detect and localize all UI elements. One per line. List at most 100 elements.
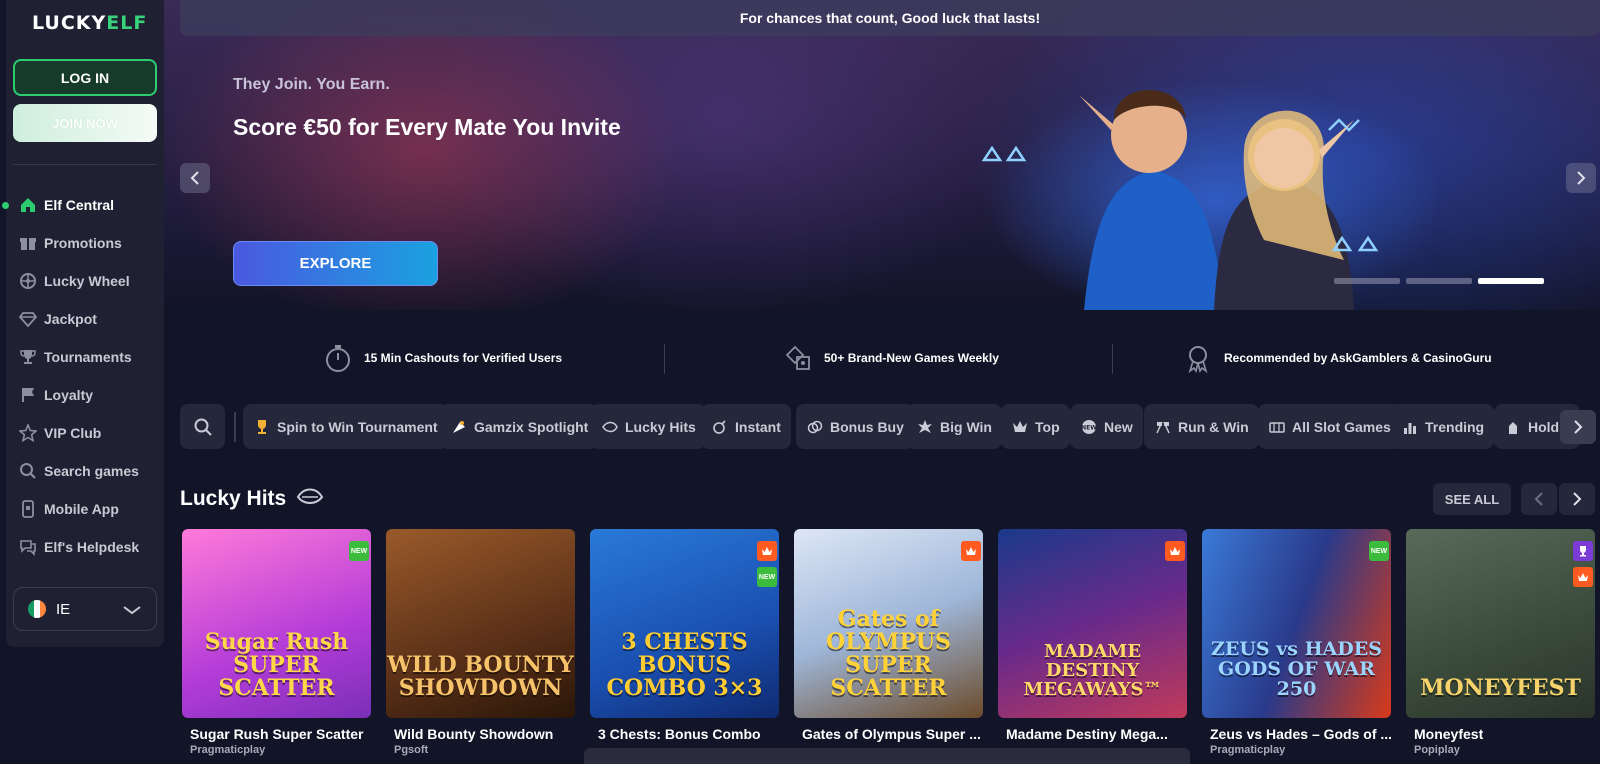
see-all-button[interactable]: SEE ALL: [1433, 483, 1511, 515]
game-search-button[interactable]: [180, 404, 225, 449]
category-instant[interactable]: Instant: [701, 404, 791, 449]
horizontal-scrollbar[interactable]: [584, 748, 1190, 764]
game-name: Sugar Rush Super Scatter: [190, 726, 364, 742]
banner-dot[interactable]: [1334, 278, 1400, 284]
feature-cashouts: 15 Min Cashouts for Verified Users: [322, 336, 562, 380]
sidebar-nav: Elf Central Promotions Lucky Wheel Jackp…: [2, 186, 164, 566]
sidebar-item-label: Mobile App: [44, 501, 119, 517]
sidebar-item-mobile-app[interactable]: Mobile App: [6, 490, 164, 528]
sidebar-item-helpdesk[interactable]: Elf's Helpdesk: [6, 528, 164, 566]
sidebar-item-label: Jackpot: [44, 311, 97, 327]
banner-prev-button[interactable]: [180, 163, 210, 193]
game-art-title: ZEUS vs HADES GODS OF WAR 250: [1211, 638, 1382, 701]
games-next-button[interactable]: [1559, 483, 1595, 515]
game-art-title: Sugar Rush SUPER SCATTER: [204, 628, 349, 701]
category-gamzix-spotlight[interactable]: Gamzix Spotlight: [440, 404, 599, 449]
category-trending[interactable]: Trending: [1391, 404, 1495, 449]
game-card[interactable]: Gates of OLYMPUS SUPER SCATTER Gates of Ol…: [794, 529, 983, 744]
category-big-win[interactable]: Big Win: [906, 404, 1002, 449]
trophy-icon: [253, 418, 271, 436]
language-selector[interactable]: IE: [13, 587, 157, 631]
category-divider: [234, 412, 236, 442]
sidebar-item-elf-central[interactable]: Elf Central: [2, 186, 164, 224]
game-thumbnail[interactable]: Gates of OLYMPUS SUPER SCATTER: [794, 529, 983, 718]
spotlight-icon: [450, 418, 468, 436]
game-card[interactable]: MONEYFEST Moneyfest Popiplay: [1406, 529, 1595, 756]
bomb-icon: [711, 418, 729, 436]
games-prev-button[interactable]: [1521, 483, 1557, 515]
chevron-down-icon: [122, 600, 142, 624]
logo[interactable]: LUCKYELF: [32, 12, 147, 34]
promo-strip: For chances that count, Good luck that l…: [180, 0, 1600, 36]
chevron-right-icon: [1574, 420, 1583, 434]
burst-icon: [916, 418, 934, 436]
game-art-title: Gates of OLYMPUS SUPER SCATTER: [826, 605, 951, 701]
category-label: New: [1104, 418, 1133, 435]
sidebar-divider: [13, 164, 157, 165]
new-badge: NEW: [757, 567, 777, 587]
banner-pagination: [1334, 278, 1544, 284]
feature-label: 15 Min Cashouts for Verified Users: [364, 351, 563, 365]
banner-next-button[interactable]: [1566, 163, 1596, 193]
game-thumbnail[interactable]: ZEUS vs HADES GODS OF WAR 250 NEW: [1202, 529, 1391, 718]
explore-button[interactable]: EXPLORE: [233, 241, 438, 286]
star-icon: [18, 423, 38, 443]
login-button[interactable]: LOG IN: [13, 59, 157, 96]
feature-divider: [664, 344, 665, 374]
game-art-title: MONEYFEST: [1420, 674, 1581, 701]
game-card[interactable]: WILD BOUNTY SHOWDOWN Wild Bounty Showdown…: [386, 529, 575, 756]
banner-dot-active[interactable]: [1478, 278, 1544, 284]
category-next-button[interactable]: [1560, 410, 1596, 444]
banner-title: Score €50 for Every Mate You Invite: [233, 114, 621, 140]
category-lucky-hits[interactable]: Lucky Hits: [591, 404, 706, 449]
sidebar-item-lucky-wheel[interactable]: Lucky Wheel: [6, 262, 164, 300]
category-spin-to-win[interactable]: Spin to Win Tournament: [243, 404, 448, 449]
sidebar-item-label: Lucky Wheel: [44, 273, 130, 289]
game-thumbnail[interactable]: 3 CHESTS BONUS COMBO 3×3 NEW: [590, 529, 779, 718]
sidebar-item-tournaments[interactable]: Tournaments: [6, 338, 164, 376]
game-thumbnail[interactable]: Sugar Rush SUPER SCATTER NEW: [182, 529, 371, 718]
sidebar-item-jackpot[interactable]: Jackpot: [6, 300, 164, 338]
game-card[interactable]: MADAME DESTINY MEGAWAYS™ Madame Destiny M…: [998, 529, 1187, 744]
search-icon: [18, 461, 38, 481]
category-bonus-buy[interactable]: Bonus Buy: [796, 404, 914, 449]
new-badge: NEW: [349, 541, 369, 561]
hot-badge: [1165, 541, 1185, 561]
sidebar-item-loyalty[interactable]: Loyalty: [6, 376, 164, 414]
banner-dot[interactable]: [1406, 278, 1472, 284]
game-name: 3 Chests: Bonus Combo: [598, 726, 761, 742]
features-strip: 15 Min Cashouts for Verified Users 50+ B…: [164, 336, 1600, 380]
category-top[interactable]: Top: [1001, 404, 1070, 449]
category-label: Top: [1035, 418, 1060, 435]
mobile-icon: [18, 499, 38, 519]
category-new[interactable]: NEW New: [1070, 404, 1143, 449]
sidebar-item-search-games[interactable]: Search games: [6, 452, 164, 490]
sidebar-item-label: Loyalty: [44, 387, 94, 403]
language-code: IE: [56, 600, 71, 618]
dice-icon: [782, 342, 814, 374]
trophy-icon: [18, 347, 38, 367]
game-card[interactable]: 3 CHESTS BONUS COMBO 3×3 NEW 3 Chests: Bo…: [590, 529, 779, 744]
logo-lucky: LUCKY: [32, 12, 107, 34]
game-card[interactable]: Sugar Rush SUPER SCATTER NEW Sugar Rush S…: [182, 529, 371, 756]
feature-label: Recommended by AskGamblers & CasinoGuru: [1224, 351, 1492, 365]
game-thumbnail[interactable]: WILD BOUNTY SHOWDOWN: [386, 529, 575, 718]
section-title-text: Lucky Hits: [180, 487, 287, 510]
game-card[interactable]: ZEUS vs HADES GODS OF WAR 250 NEW Zeus vs …: [1202, 529, 1391, 756]
hot-badge: [757, 541, 777, 561]
game-thumbnail[interactable]: MONEYFEST: [1406, 529, 1595, 718]
search-icon: [194, 418, 212, 436]
category-label: Trending: [1425, 418, 1485, 435]
tournament-badge: [1573, 541, 1593, 561]
category-label: All Slot Games: [1292, 418, 1391, 435]
sidebar-item-vip-club[interactable]: VIP Club: [6, 414, 164, 452]
category-run-and-win[interactable]: Run & Win: [1144, 404, 1259, 449]
bars-icon: [1401, 418, 1419, 436]
active-indicator: [2, 202, 9, 209]
game-thumbnail[interactable]: MADAME DESTINY MEGAWAYS™: [998, 529, 1187, 718]
game-provider: Pragmaticplay: [1210, 744, 1286, 756]
category-label: Instant: [735, 418, 781, 435]
join-now-button[interactable]: JOIN NOW: [13, 104, 157, 142]
sidebar-item-promotions[interactable]: Promotions: [6, 224, 164, 262]
category-all-slot-games[interactable]: All Slot Games: [1258, 404, 1401, 449]
